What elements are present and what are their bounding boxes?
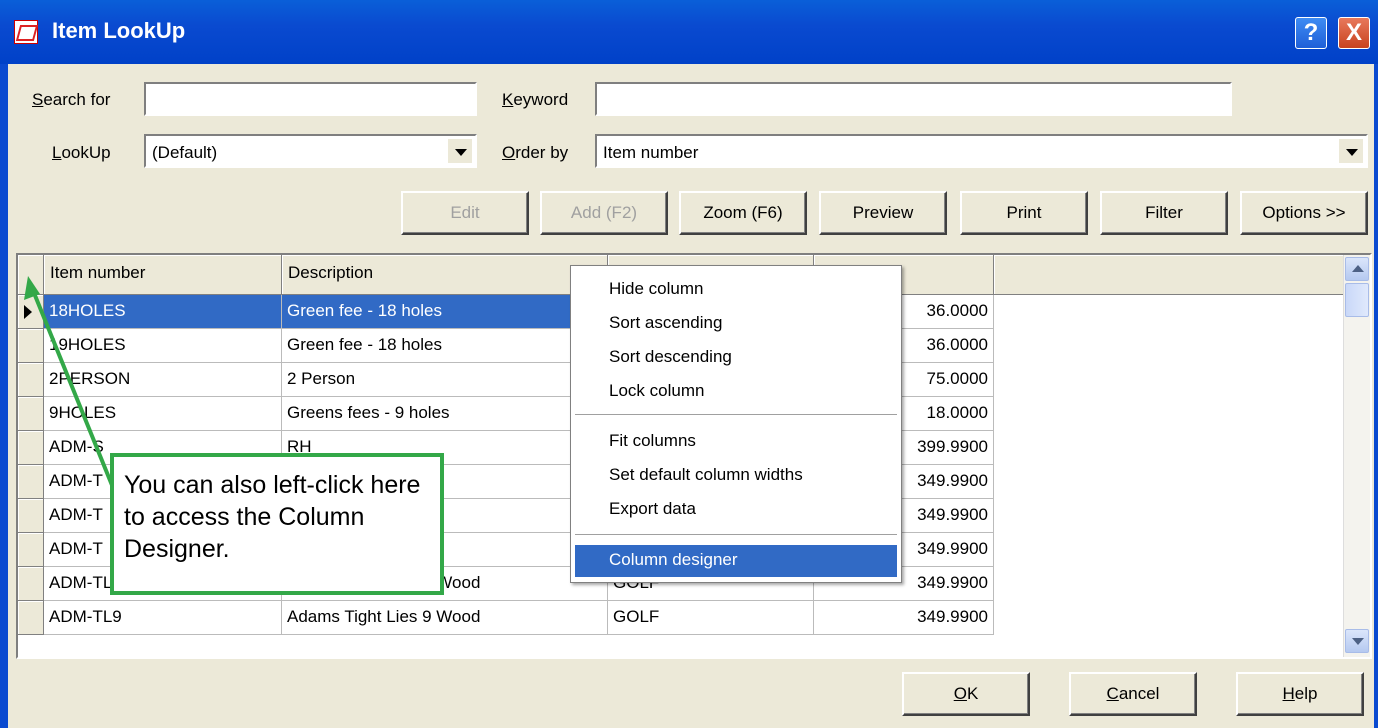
help-button[interactable]: Help xyxy=(1236,672,1364,716)
callout-arrow xyxy=(24,276,120,501)
callout-box: You can also left-click here to access t… xyxy=(110,453,444,595)
cancel-button[interactable]: Cancel xyxy=(1069,672,1197,716)
ok-button[interactable]: OK xyxy=(902,672,1030,716)
item-lookup-window: Item LookUp ? X Search for Keyword LookU… xyxy=(0,0,1378,728)
